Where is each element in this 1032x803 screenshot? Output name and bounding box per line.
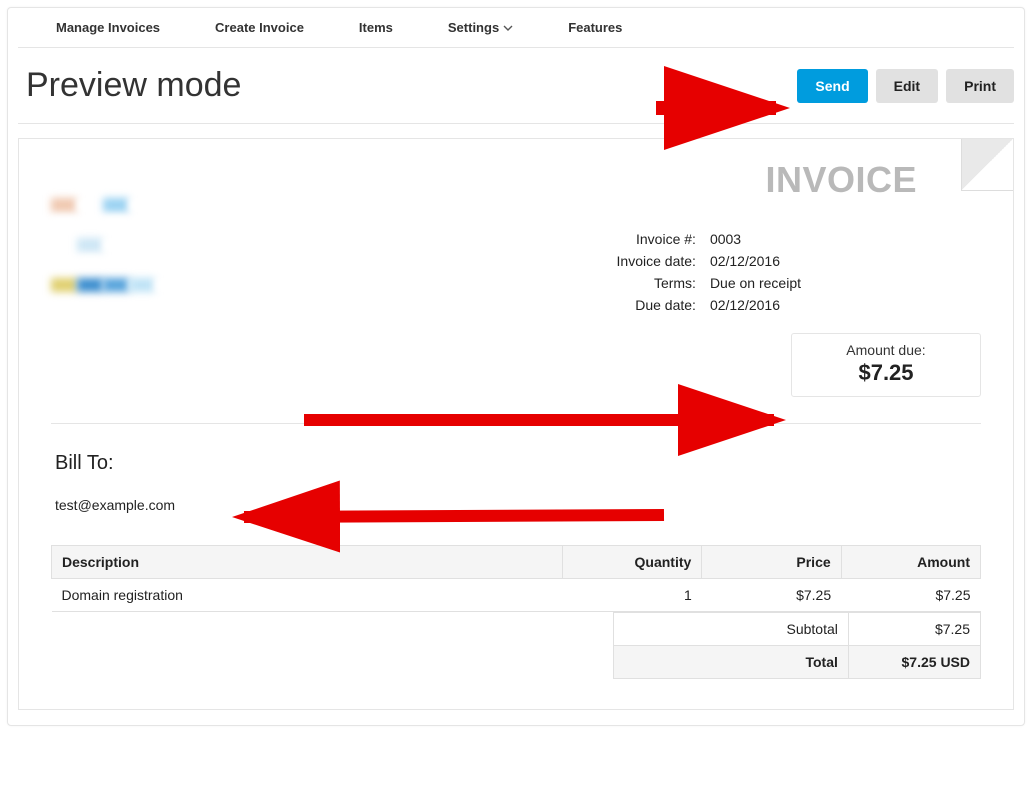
subtotal-label: Subtotal: [614, 613, 849, 646]
line-items-table: Description Quantity Price Amount Domain…: [51, 545, 981, 612]
nav-items[interactable]: Items: [359, 20, 393, 35]
col-description: Description: [52, 546, 563, 579]
bill-to-label: Bill To:: [55, 452, 981, 475]
subtotal-value: $7.25: [848, 613, 980, 646]
item-description: Domain registration: [52, 579, 563, 612]
redacted-logo: [51, 195, 181, 295]
nav-features[interactable]: Features: [568, 20, 622, 35]
col-price: Price: [702, 546, 841, 579]
totals-table: Subtotal $7.25 Total $7.25 USD: [613, 612, 981, 679]
invoice-meta: Invoice #: 0003 Invoice date: 02/12/2016…: [617, 231, 801, 313]
table-row: Domain registration 1 $7.25 $7.25: [52, 579, 981, 612]
nav-settings-label: Settings: [448, 20, 499, 35]
col-amount: Amount: [841, 546, 980, 579]
nav-settings[interactable]: Settings: [448, 20, 513, 35]
item-quantity: 1: [562, 579, 701, 612]
page-header: Preview mode Send Edit Print: [18, 48, 1014, 124]
bill-to-email: test@example.com: [55, 497, 981, 513]
nav-manage-invoices[interactable]: Manage Invoices: [56, 20, 160, 35]
item-price: $7.25: [702, 579, 841, 612]
top-nav: Manage Invoices Create Invoice Items Set…: [18, 8, 1014, 48]
invoice-terms: Due on receipt: [710, 275, 801, 291]
total-value: $7.25 USD: [848, 646, 980, 679]
send-button[interactable]: Send: [797, 69, 867, 103]
action-buttons: Send Edit Print: [797, 69, 1014, 103]
invoice-number-label: Invoice #:: [617, 231, 696, 247]
amount-due-value: $7.25: [802, 360, 970, 386]
app-panel: Manage Invoices Create Invoice Items Set…: [7, 7, 1025, 726]
invoice-preview: INVOICE Invoice #: 0003 Invoice date: 02…: [18, 138, 1014, 710]
chevron-down-icon: [503, 25, 513, 31]
invoice-duedate-label: Due date:: [617, 297, 696, 313]
page-fold-icon: [961, 139, 1013, 191]
amount-due-box: Amount due: $7.25: [791, 333, 981, 397]
item-amount: $7.25: [841, 579, 980, 612]
print-button[interactable]: Print: [946, 69, 1014, 103]
invoice-duedate: 02/12/2016: [710, 297, 801, 313]
page-title: Preview mode: [26, 66, 241, 105]
nav-create-invoice[interactable]: Create Invoice: [215, 20, 304, 35]
invoice-terms-label: Terms:: [617, 275, 696, 291]
total-label: Total: [614, 646, 849, 679]
sender-block: [51, 159, 241, 397]
invoice-heading: INVOICE: [765, 159, 917, 201]
invoice-date: 02/12/2016: [710, 253, 801, 269]
amount-due-label: Amount due:: [802, 342, 970, 358]
bill-to-section: Bill To: test@example.com: [51, 424, 981, 519]
col-quantity: Quantity: [562, 546, 701, 579]
edit-button[interactable]: Edit: [876, 69, 938, 103]
invoice-date-label: Invoice date:: [617, 253, 696, 269]
invoice-number: 0003: [710, 231, 801, 247]
